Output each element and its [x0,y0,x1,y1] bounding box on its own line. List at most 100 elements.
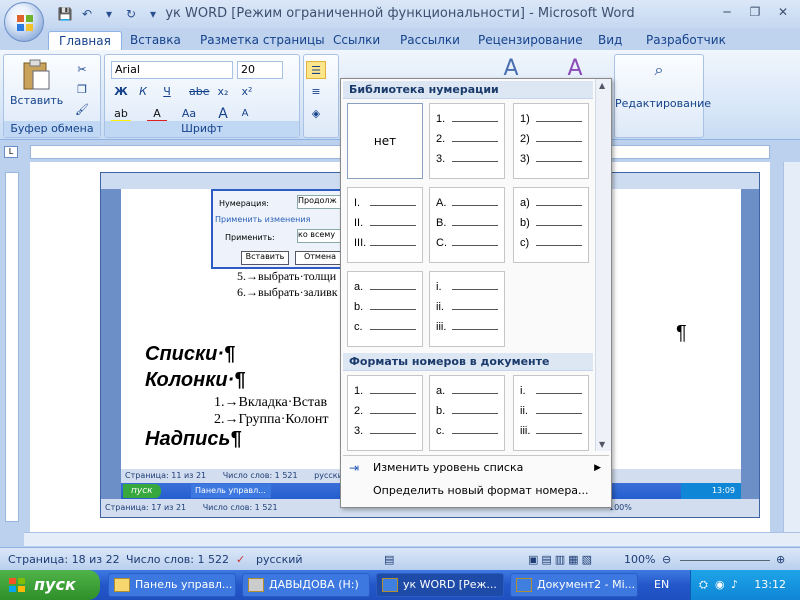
task-control-panel[interactable]: Панель управл... [108,573,236,597]
numbering-tile-alpha-paren[interactable]: a) b) c) [513,187,589,263]
tile-row-label: a. [436,385,446,397]
office-button[interactable] [4,2,44,42]
inner-list-item-5: 5.→выбрать·толщи [237,269,337,283]
tab-mailings[interactable]: Рассылки [400,31,460,50]
cut-icon[interactable]: ✂ [72,61,92,79]
tile-row-label: b) [520,217,530,229]
task-document2[interactable]: Документ2 - Mi... [510,573,638,597]
close-button[interactable]: ✕ [770,3,796,21]
numbering-tile-alpha-upper[interactable]: A. B. C. [429,187,505,263]
doc-format-tile-alpha-lower[interactable]: a. b. c. [429,375,505,451]
doc-formats-header: Форматы номеров в документе [343,353,593,371]
horizontal-scrollbar[interactable] [24,532,800,546]
language-indicator[interactable]: EN [654,578,669,591]
vertical-scrollbar[interactable] [783,162,800,532]
scroll-up-icon[interactable]: ▲ [599,81,605,90]
tile-row-label: II. [354,217,364,229]
tab-home[interactable]: Главная [48,31,122,50]
tile-row-label: ii. [436,301,444,313]
change-list-level-item[interactable]: ⇥ Изменить уровень списка ▶ [343,457,609,479]
zoom-slider[interactable] [680,553,770,561]
zoom-in-icon[interactable]: ⊕ [776,553,785,566]
office-logo-icon [17,15,33,31]
tray-volume-icon[interactable]: ♪ [731,578,738,591]
find-binoculars-icon[interactable]: ⌕ [649,61,669,79]
tab-references[interactable]: Ссылки [333,31,380,50]
tab-developer[interactable]: Разработчик [646,31,726,50]
status-zoom[interactable]: 100% [624,553,655,566]
tile-row-label: 1) [520,113,530,125]
tab-view[interactable]: Вид [598,31,622,50]
task-drive[interactable]: ДАВЫДОВА (H:) [242,573,370,597]
numbering-menu-scrollbar[interactable]: ▲ ▼ [595,79,611,451]
inner-task-panel: Панель управл... [191,484,271,498]
status-page[interactable]: Страница: 18 из 22 [8,553,120,566]
tray-network-icon[interactable]: ⛭ [699,578,708,592]
doc-format-tile-decimal[interactable]: 1. 2. 3. [347,375,423,451]
status-words[interactable]: Число слов: 1 522 [126,553,229,566]
numbering-tile-roman-upper[interactable]: I. II. III. [347,187,423,263]
copy-icon[interactable]: ❐ [72,81,92,99]
inner-insert-button: Вставить [241,251,289,265]
strikethrough-button[interactable]: abe [189,83,210,101]
view-buttons[interactable]: ▣▤▥▦▧ [528,553,595,566]
tile-row-label: c. [354,321,363,333]
tab-page-layout[interactable]: Разметка страницы [200,31,325,50]
superscript-button[interactable]: x² [237,83,257,101]
tile-row-label: 3. [436,153,446,165]
paste-button[interactable]: Вставить [10,59,63,117]
list-level-icon: ⇥ [349,461,360,475]
macro-icon[interactable]: ▤ [384,553,394,566]
numbering-tile-roman-lower[interactable]: i. ii. iii. [429,271,505,347]
proofing-icon[interactable]: ✓ [236,553,245,566]
inner-status2-words: Число слов: 1 521 [202,503,278,512]
editing-label[interactable]: Редактирование [615,97,711,110]
subscript-button[interactable]: x₂ [213,83,233,101]
tab-review[interactable]: Рецензирование [478,31,583,50]
define-new-format-item[interactable]: Определить новый формат номера... [343,480,609,502]
zoom-out-icon[interactable]: ⊖ [662,553,671,566]
italic-button[interactable]: К [133,83,153,101]
inner-cancel-button: Отмена [295,251,345,265]
tab-insert[interactable]: Вставка [130,31,181,50]
maximize-button[interactable]: ❐ [742,3,768,21]
tile-row-label: c) [520,237,530,249]
numbering-tile-decimal-paren[interactable]: 1) 2) 3) [513,103,589,179]
numbering-tile-decimal[interactable]: 1. 2. 3. [429,103,505,179]
font-name-combo[interactable]: Arial [111,61,233,79]
tile-row-label: i. [436,281,442,293]
windows-flag-icon [9,578,25,592]
bold-button[interactable]: Ж [111,83,131,101]
heading-textbox[interactable]: Надпись¶ [145,428,241,451]
minimize-button[interactable]: ─ [714,3,740,21]
task-word-current[interactable]: ук WORD [Реж... [376,573,504,597]
window-title: ук WORD [Режим ограниченной функциональн… [165,6,635,21]
tab-selector-icon[interactable]: L [4,146,18,158]
tray-security-icon[interactable]: ◉ [715,578,725,591]
doc-format-tile-roman-lower[interactable]: i. ii. iii. [513,375,589,451]
numbering-tile-alpha-lower[interactable]: a. b. c. [347,271,423,347]
bullets-icon[interactable]: ☰ [306,61,326,79]
align-left-icon[interactable]: ≡ [306,83,326,101]
doc-line-2[interactable]: 2.→Группа·Колонт [214,412,328,428]
heading-columns[interactable]: Колонки·¶ [145,369,245,392]
format-painter-icon[interactable]: 🖌 [72,101,92,119]
tile-row-label: 3. [354,425,364,437]
shading-icon[interactable]: ◈ [306,105,326,123]
start-button[interactable]: пуск [0,570,100,600]
status-language[interactable]: русский [256,553,303,566]
tile-row-label: i. [520,385,526,397]
taskbar: пуск Панель управл... ДАВЫДОВА (H:) ук W… [0,570,800,600]
scroll-down-icon[interactable]: ▼ [599,440,605,449]
vertical-ruler[interactable] [0,162,24,532]
tray-clock[interactable]: 13:12 [754,578,786,591]
heading-lists[interactable]: Списки·¶ [145,343,235,366]
tile-row-label: c. [436,425,445,437]
font-size-combo[interactable]: 20 [237,61,283,79]
numbering-none-tile[interactable]: нет [347,103,423,179]
doc-line-1[interactable]: 1.→Вкладка·Встав [214,395,327,411]
paragraph-group: ☰ ≡ ◈ [303,54,339,138]
tile-row-label: iii. [520,425,531,437]
clipboard-group: Вставить ✂ ❐ 🖌 Буфер обмена [3,54,101,138]
underline-button[interactable]: Ч [157,83,177,101]
